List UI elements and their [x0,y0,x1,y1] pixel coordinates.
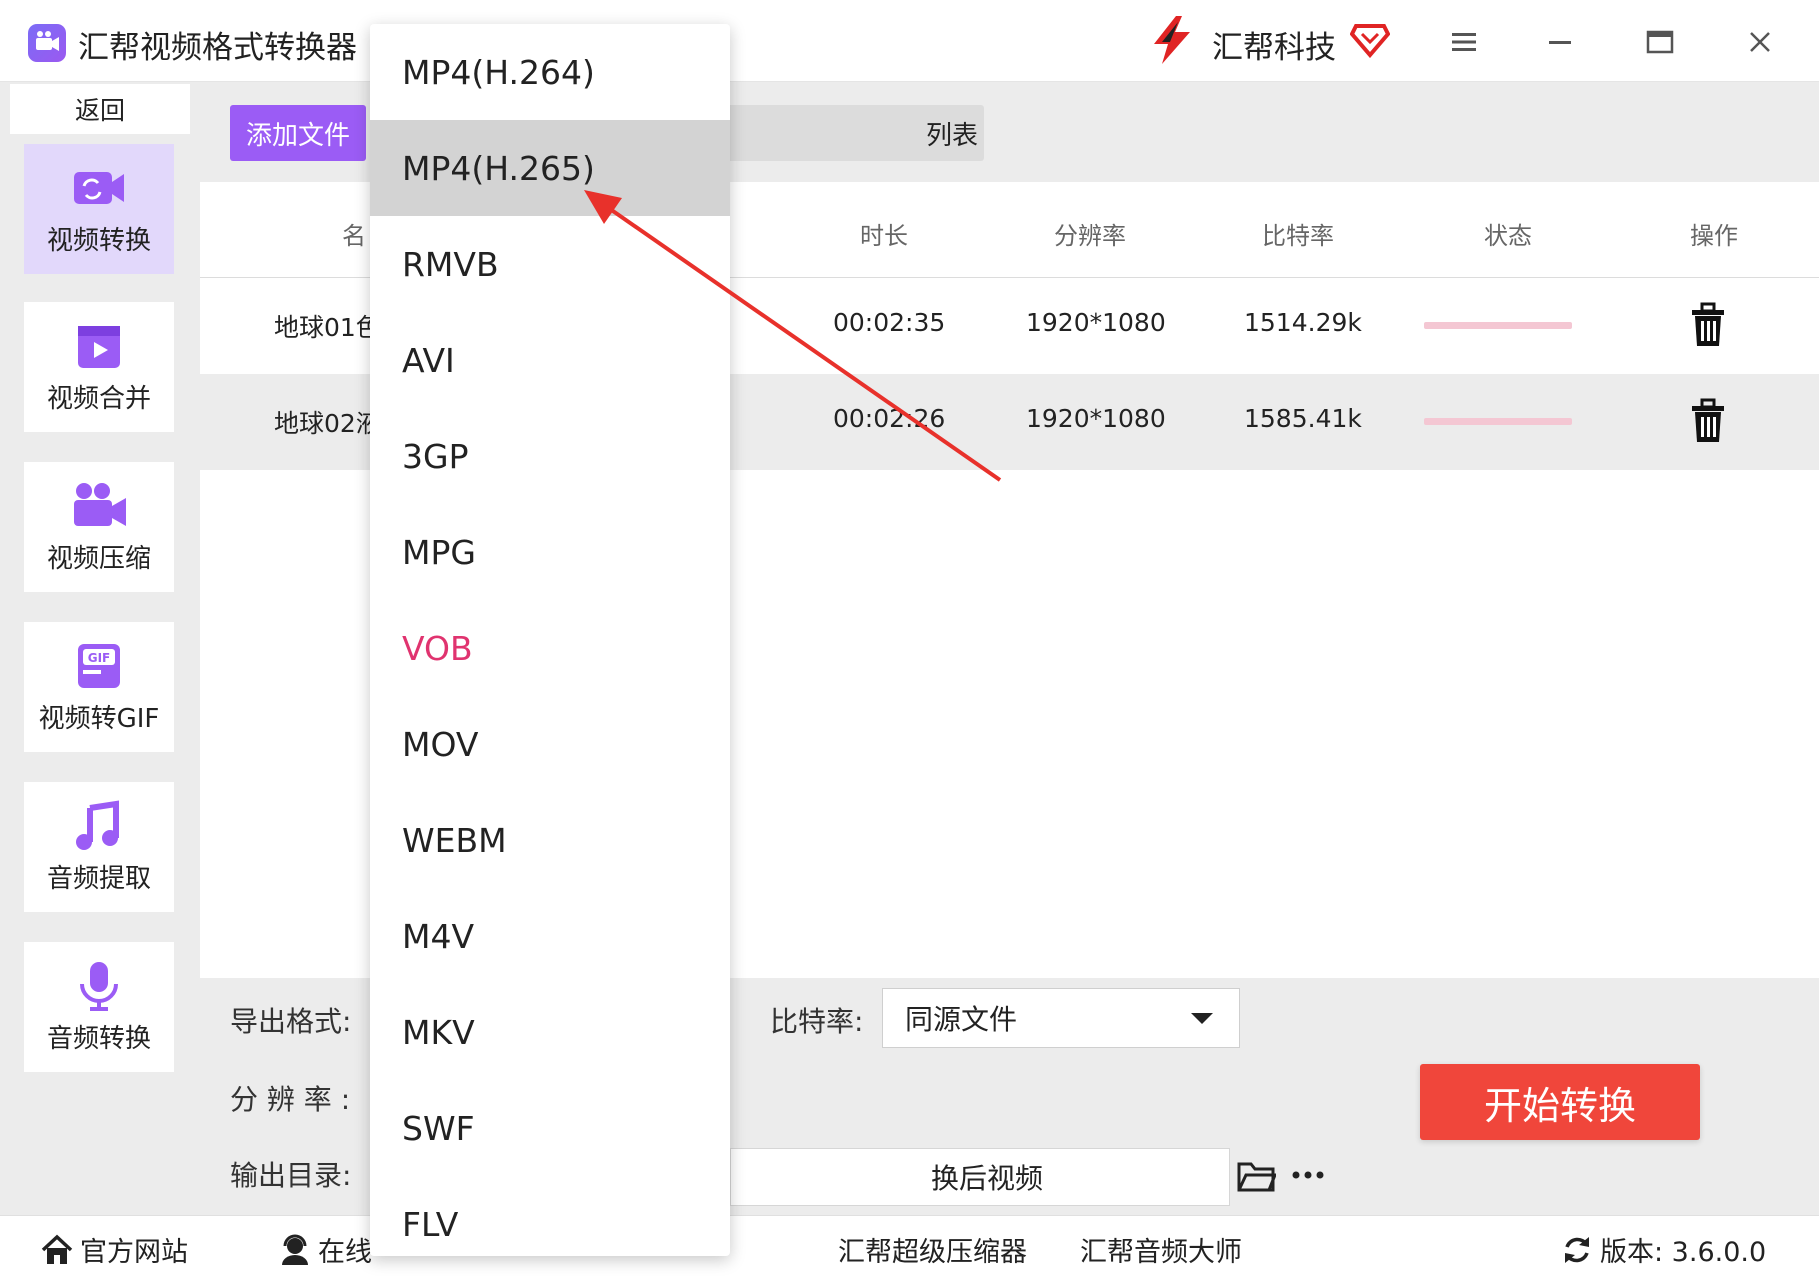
bitrate-label: 比特率: [770,1005,864,1038]
more-icon[interactable] [1290,1160,1326,1190]
app-logo-icon [28,24,66,62]
format-option[interactable]: MP4(H.264) [370,24,730,120]
clear-list-label: 列表 [926,120,979,151]
trash-icon[interactable] [1688,398,1728,444]
header-bitrate: 比特率 [1262,222,1334,250]
row-name: 地球02液 [274,409,381,438]
minimize-icon[interactable] [1538,20,1582,64]
output-dir-label: 输出目录: [230,1159,352,1192]
row-resolution: 1920*1080 [1026,404,1166,433]
sidebar-item-label: 视频压缩 [46,543,151,574]
format-option[interactable]: 3GP [370,408,730,504]
sidebar-item-label: 音频转换 [46,1023,151,1054]
clear-list-button[interactable]: 列表 [714,105,984,161]
row-resolution: 1920*1080 [1026,308,1166,337]
row-duration: 00:02:26 [833,404,946,433]
refresh-icon [1565,1236,1589,1263]
svg-text:GIF: GIF [88,651,111,665]
progress-bar [1424,322,1572,329]
format-option[interactable]: AVI [370,312,730,408]
brand-logo-icon [1148,14,1196,66]
format-option[interactable]: VOB [370,600,730,696]
version-label: 版本: 3.6.0.0 [1600,1237,1767,1268]
sidebar: 返回 视频转换 视频合并 视频压缩 GIF 视频转GIF 音频提取 音频转换 [0,82,200,1215]
row-duration: 00:02:35 [833,308,946,337]
compressor-link[interactable]: 汇帮超级压缩器 [838,1230,1027,1269]
sidebar-item-video-merge[interactable]: 视频合并 [24,302,174,432]
close-icon[interactable] [1738,20,1782,64]
format-option[interactable]: RMVB [370,216,730,312]
sidebar-item-video-convert[interactable]: 视频转换 [24,144,174,274]
add-file-button[interactable]: 添加文件 [230,105,366,161]
header-resolution: 分辨率 [1054,222,1126,250]
format-option[interactable]: M4V [370,888,730,984]
sidebar-item-audio-convert[interactable]: 音频转换 [24,942,174,1072]
format-option[interactable]: FLV [370,1176,730,1256]
format-option[interactable]: MPG [370,504,730,600]
trash-icon[interactable] [1688,302,1728,348]
sidebar-item-label: 音频提取 [46,863,151,894]
folder-icon[interactable] [1236,1158,1276,1194]
website-label: 官方网站 [80,1237,188,1268]
home-icon [41,1234,73,1264]
menu-icon[interactable] [1442,20,1486,64]
video-convert-icon [74,171,124,204]
website-link[interactable]: 官方网站 [40,1230,188,1269]
online-service-link[interactable]: 在线 [278,1230,372,1269]
progress-bar [1424,418,1572,425]
header-name: 名 [342,222,366,250]
footer: 官方网站 在线 汇帮超级压缩器 汇帮音频大师 版本: 3.6.0.0 [0,1215,1819,1279]
row-bitrate: 1585.41k [1244,404,1362,433]
chevron-down-icon [1191,1013,1213,1024]
export-format-label: 导出格式: [230,1005,352,1038]
maximize-icon[interactable] [1638,20,1682,64]
bitrate-select[interactable]: 同源文件 [882,988,1240,1048]
audio-master-link[interactable]: 汇帮音频大师 [1080,1230,1242,1269]
header-status: 状态 [1484,222,1532,250]
video-compress-icon [74,482,126,526]
output-dir-value: 换后视频 [931,1162,1044,1195]
row-bitrate: 1514.29k [1244,308,1362,337]
sidebar-item-video-gif[interactable]: GIF 视频转GIF [24,622,174,752]
sidebar-item-video-compress[interactable]: 视频压缩 [24,462,174,592]
compressor-label: 汇帮超级压缩器 [838,1237,1027,1268]
sidebar-item-audio-extract[interactable]: 音频提取 [24,782,174,912]
title-bar: 汇帮视频格式转换器 汇帮科技 [0,0,1819,82]
row-name: 地球01色 [274,313,381,342]
online-label: 在线 [318,1237,372,1268]
sidebar-item-label: 视频合并 [46,383,151,414]
music-note-icon [76,800,119,850]
format-dropdown-list: MP4(H.264) MP4(H.265) RMVB AVI 3GP MPG V… [370,24,730,1256]
sidebar-item-label: 视频转换 [46,225,151,256]
sidebar-item-label: 视频转GIF [38,703,160,734]
format-option[interactable]: WEBM [370,792,730,888]
format-option[interactable]: SWF [370,1080,730,1176]
microphone-icon [80,961,118,1011]
audio-master-label: 汇帮音频大师 [1080,1237,1242,1268]
header-duration: 时长 [860,222,908,250]
version-info[interactable]: 版本: 3.6.0.0 [1560,1230,1766,1269]
format-option-hovered[interactable]: MP4(H.265) [370,120,730,216]
app-title: 汇帮视频格式转换器 [78,30,357,66]
format-option[interactable]: MKV [370,984,730,1080]
video-merge-icon [78,325,120,368]
resolution-label: 分 辨 率 : [230,1083,351,1116]
header-action: 操作 [1690,222,1738,250]
back-button[interactable]: 返回 [10,84,190,134]
gif-icon: GIF [78,643,120,688]
customer-service-icon [282,1234,308,1265]
vip-diamond-icon[interactable] [1349,22,1391,59]
bitrate-value: 同源文件 [905,1003,1018,1036]
format-option[interactable]: MOV [370,696,730,792]
start-convert-button[interactable]: 开始转换 [1420,1064,1700,1140]
output-dir-input[interactable]: 换后视频 [730,1148,1230,1206]
brand-name: 汇帮科技 [1212,30,1336,66]
